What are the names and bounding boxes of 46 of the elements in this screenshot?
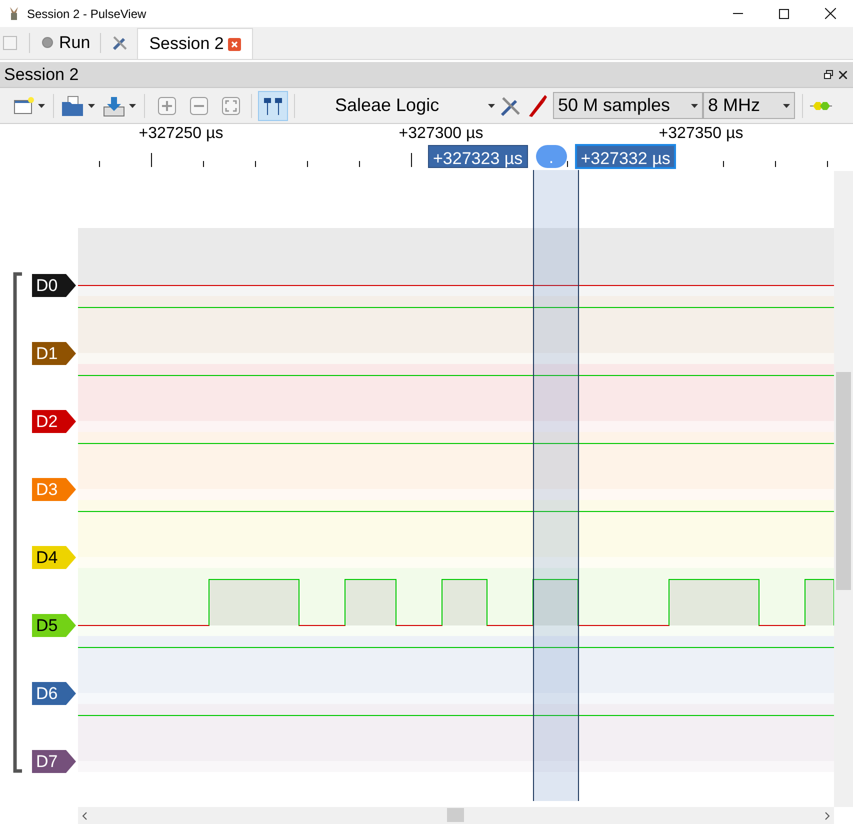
cursor-time-flag[interactable]: +327323 µs bbox=[428, 145, 528, 168]
dropdown-arrow-icon[interactable] bbox=[488, 104, 495, 108]
channel-label[interactable]: D1 bbox=[32, 342, 76, 365]
dropdown-arrow-icon[interactable] bbox=[38, 104, 45, 108]
scrollbar-thumb[interactable] bbox=[447, 808, 464, 822]
session-tab[interactable]: Session 2 bbox=[137, 28, 253, 59]
channel-label[interactable]: D2 bbox=[32, 410, 76, 433]
cursor-region[interactable] bbox=[533, 170, 579, 801]
app-logo-icon bbox=[8, 6, 20, 21]
sample-rate-dropdown[interactable]: 8 MHz bbox=[703, 92, 795, 119]
window-title: Session 2 - PulseView bbox=[27, 6, 146, 22]
time-label: +327350 µs bbox=[658, 125, 744, 142]
zoom-fit-icon[interactable] bbox=[222, 96, 240, 114]
dropdown-arrow-icon[interactable] bbox=[783, 104, 790, 108]
time-label: +327250 µs bbox=[138, 125, 224, 142]
horizontal-scrollbar[interactable] bbox=[78, 807, 834, 824]
scroll-right-icon[interactable] bbox=[825, 812, 830, 820]
dropdown-arrow-icon[interactable] bbox=[88, 104, 95, 108]
dropdown-arrow-icon[interactable] bbox=[691, 104, 698, 108]
close-icon[interactable] bbox=[824, 8, 836, 19]
cursor-pair-icon bbox=[263, 96, 283, 114]
channel-label[interactable]: D7 bbox=[32, 750, 76, 773]
vertical-scrollbar[interactable] bbox=[834, 171, 853, 807]
session-title: Session 2 bbox=[4, 64, 79, 86]
zoom-in-icon[interactable] bbox=[158, 96, 176, 114]
undock-icon[interactable] bbox=[824, 70, 833, 79]
channel-label[interactable]: D0 bbox=[32, 274, 76, 297]
folder-icon[interactable] bbox=[62, 96, 84, 116]
scroll-left-icon[interactable] bbox=[82, 812, 87, 820]
dropdown-arrow-icon[interactable] bbox=[129, 104, 136, 108]
maximize-icon[interactable] bbox=[779, 8, 789, 18]
zoom-out-icon[interactable] bbox=[190, 96, 208, 114]
cursor-toggle-button[interactable] bbox=[258, 90, 288, 120]
close-icon[interactable] bbox=[839, 70, 847, 78]
device-dropdown[interactable]: Saleae Logic bbox=[335, 92, 495, 118]
run-button[interactable]: Run bbox=[42, 30, 90, 56]
cursor-time-flag[interactable]: +327332 µs bbox=[574, 144, 676, 169]
time-label: +327300 µs bbox=[398, 125, 484, 142]
save-icon[interactable] bbox=[103, 94, 125, 116]
new-window-icon[interactable] bbox=[14, 96, 34, 114]
settings-icon[interactable] bbox=[111, 34, 130, 52]
channel-label[interactable]: D4 bbox=[32, 546, 76, 569]
channel-label[interactable]: D5 bbox=[32, 614, 76, 637]
sample-count-dropdown[interactable]: 50 M samples bbox=[553, 92, 703, 119]
channel-label[interactable]: D6 bbox=[32, 682, 76, 705]
scrollbar-thumb[interactable] bbox=[836, 372, 851, 590]
